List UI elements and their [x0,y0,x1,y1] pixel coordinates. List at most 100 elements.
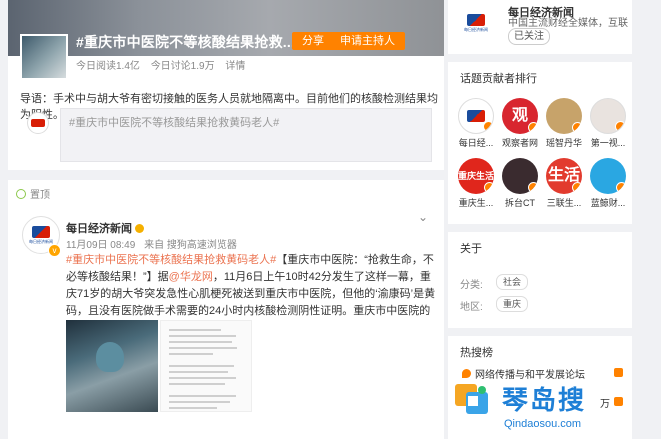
author-name-text[interactable]: 每日经济新闻 [66,223,132,235]
hot-badge-icon [614,368,623,377]
contributor-avatar[interactable] [546,98,582,134]
contributor-item[interactable]: 每日经... [456,98,496,149]
contributor-avatar-text: 重庆生活 [458,170,494,181]
pinned-text: 置顶 [30,190,50,201]
discuss-count: 今日讨论1.9万 [150,61,215,72]
image-figure [96,342,124,372]
text-line [169,341,232,343]
text-line [169,365,235,367]
post-card: 置顶 ⌄ 每日经济新闻 v 每日经济新闻 11月09日 08:49 来自 搜狗高… [8,180,444,439]
text-line [169,395,236,397]
share-button[interactable]: 分享 [292,32,334,50]
chevron-down-icon[interactable]: ⌄ [418,210,428,224]
about-title: 关于 [460,243,482,255]
logo-icon [467,110,485,122]
account-avatar[interactable]: 每日经济新闻 [456,4,496,42]
verified-badge-icon [572,122,582,133]
text-line [169,377,236,379]
verified-badge-icon [615,121,625,132]
contributor-avatar[interactable]: 重庆生活 [458,158,494,194]
post-meta: 11月09日 08:49 来自 搜狗高速浏览器 [66,236,243,251]
category-key: 分类: [460,280,483,291]
contributor-avatar-text: 观 [511,107,528,124]
watermark-logo-icon [455,384,488,414]
fire-icon [462,369,471,378]
hot-item-1[interactable]: 网络传播与和平发展论坛 [462,366,585,381]
contributor-name[interactable]: 拆台CT [500,196,540,209]
post-source: 来自 搜狗高速浏览器 [144,240,237,251]
region-tag[interactable]: 重庆 [496,296,529,312]
post-image-surgery[interactable] [66,320,158,412]
hot-search-title: 热搜榜 [460,347,493,359]
contributor-avatar[interactable]: 观 [502,98,538,134]
contributor-name[interactable]: 重庆生... [456,196,496,209]
text-line [169,383,225,385]
text-line [169,401,230,403]
topic-stats: 今日阅读1.4亿 今日讨论1.9万 详情 [76,57,253,72]
user-avatar [27,112,49,134]
region-key: 地区: [460,302,483,313]
logo-text: 每日经济新闻 [464,26,488,32]
read-count: 今日阅读1.4亿 [76,61,140,72]
logo-text: 每日经济新闻 [29,238,53,244]
contributors-card: 话题贡献者排行 每日经... 观观察者网 瑶智丹华 第一视... 重庆生活重庆生... 拆… [448,62,632,224]
detail-link[interactable]: 详情 [225,61,245,72]
text-line [169,347,238,349]
verified-badge-icon: v [48,244,61,257]
text-line [169,353,214,355]
verified-badge-icon [616,182,626,193]
contributor-name[interactable]: 三联生... [544,196,584,209]
text-line [169,371,229,373]
post-image-article[interactable] [160,320,252,412]
mention-link[interactable]: @华龙网 [169,271,213,283]
contributor-item[interactable]: 蓝鲸财... [588,158,628,209]
contributor-item[interactable]: 第一视... [588,98,628,149]
watermark-text: 琴岛搜 [502,386,587,416]
verified-badge-icon [528,122,538,133]
contributor-item[interactable]: 瑶智丹华 [544,98,584,149]
site-watermark: 琴岛搜 Qindaosou.com [452,382,661,439]
topic-thumbnail [20,34,68,80]
contributors-title: 话题贡献者排行 [460,73,537,85]
follow-button[interactable]: 已关注 [508,28,550,45]
membership-badge-icon [135,224,144,233]
logo-icon [467,13,485,26]
contributor-item[interactable]: 观观察者网 [500,98,540,149]
contributor-item[interactable]: 重庆生活重庆生... [456,158,496,209]
account-desc: 中国主流财经全媒体，互联网新闻... [508,18,628,29]
text-line [169,407,218,409]
contributor-name[interactable]: 第一视... [588,136,628,149]
contributor-item[interactable]: 拆台CT [500,158,540,209]
contributor-name[interactable]: 观察者网 [500,136,540,149]
comment-input[interactable]: #重庆市中医院不等核酸结果抢救黄码老人# [60,108,432,162]
pin-icon [16,188,26,199]
contributor-name[interactable]: 瑶智丹华 [544,136,584,149]
post-hashtag[interactable]: #重庆市中医院不等核酸结果抢救黄码老人# [66,254,276,266]
text-line [169,329,221,331]
post-date[interactable]: 11月09日 08:49 [66,240,135,251]
contributor-avatar[interactable] [590,158,626,194]
avatar-logo-icon [31,119,45,127]
contributor-name[interactable]: 每日经... [456,136,496,149]
verified-badge-icon [484,182,494,193]
category-tag[interactable]: 社会 [496,274,529,290]
logo-icon [32,225,50,238]
contributor-name[interactable]: 蓝鲸财... [588,196,628,209]
contributor-item[interactable]: 生活三联生... [544,158,584,209]
text-line [169,335,236,337]
contributor-avatar[interactable]: 生活 [546,158,582,194]
watermark-url: Qindaosou.com [504,418,582,430]
account-card: 每日经济新闻 每日经济新闻 中国主流财经全媒体，互联网新闻... 已关注 [448,0,632,54]
hot-item-1-text[interactable]: 网络传播与和平发展论坛 [475,366,585,381]
topic-title: #重庆市中医院不等核酸结果抢救... [76,34,296,50]
verified-badge-icon [528,182,538,193]
contributor-avatar[interactable] [502,158,538,194]
topic-card: #重庆市中医院不等核酸结果抢救... 分享 申请主持人 今日阅读1.4亿 今日讨… [8,0,444,170]
contributor-avatar[interactable] [458,98,494,134]
apply-host-button[interactable]: 申请主持人 [330,32,405,50]
verified-badge-icon [483,121,493,132]
contributor-avatar[interactable] [590,98,626,134]
pinned-label: 置顶 [16,186,50,201]
about-card: 关于 分类: 社会 地区: 重庆 [448,232,632,328]
author-name[interactable]: 每日经济新闻 [66,220,144,236]
